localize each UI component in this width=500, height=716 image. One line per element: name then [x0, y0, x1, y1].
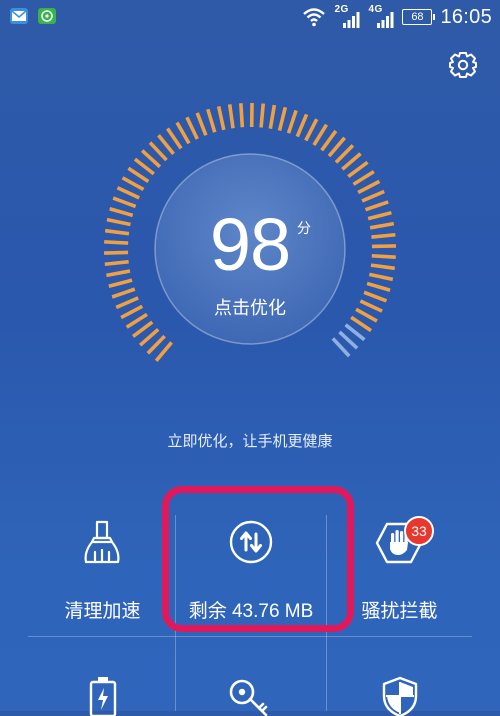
gauge-tick	[289, 110, 297, 133]
signal-2g: 2G	[334, 6, 360, 28]
broom-icon	[80, 518, 124, 566]
score-gauge	[93, 100, 407, 414]
gauge-tick	[107, 220, 131, 225]
gauge-tick	[340, 332, 358, 348]
gauge-tick	[140, 329, 158, 345]
email-icon	[10, 8, 28, 24]
gauge-tick	[329, 138, 345, 156]
settings-button[interactable]	[446, 48, 480, 82]
gauge-tick	[150, 143, 166, 161]
gauge-tick	[142, 151, 160, 167]
status-icons: 2G 4G 68 16:05	[302, 4, 492, 30]
wifi-icon	[302, 7, 326, 27]
clock: 16:05	[440, 6, 492, 29]
gauge-tick	[117, 188, 139, 198]
gauge-tick	[230, 104, 233, 128]
gauge-tick	[280, 107, 286, 130]
gauge-tick	[208, 109, 215, 132]
gauge-tick	[113, 198, 135, 206]
gauge-tick	[123, 178, 144, 190]
gauge-tick	[297, 114, 306, 136]
gauge-tick	[360, 301, 382, 311]
gauge-tick	[353, 172, 373, 185]
gauge-tick	[370, 224, 394, 228]
gauge-tick	[116, 298, 138, 308]
gauge-tick	[371, 265, 395, 268]
gauge-tick	[148, 336, 165, 353]
gauge-tick	[105, 231, 129, 234]
gear-icon	[446, 48, 480, 82]
grid-divider	[28, 636, 472, 637]
battery-icon[interactable]	[88, 676, 118, 716]
gauge-tick	[104, 252, 128, 253]
chat-app-icon	[38, 8, 56, 24]
gauge-tick	[110, 209, 133, 216]
gauge-tick	[336, 145, 353, 162]
shield-icon[interactable]	[380, 676, 420, 716]
gauge-tick	[362, 191, 384, 200]
gauge-tick	[187, 117, 197, 139]
gauge-tick	[270, 105, 274, 129]
gauge-tick	[371, 235, 395, 237]
optimize-button[interactable]: 点击优化	[150, 294, 350, 320]
clean-speedup-label: 清理加速	[30, 596, 175, 623]
gauge-tick	[314, 125, 327, 145]
notification-icons	[10, 8, 56, 24]
gauge-tick	[104, 242, 128, 243]
gauge-tick	[365, 202, 388, 210]
gauge-tick	[351, 317, 371, 330]
notification-count-badge: 33	[404, 516, 434, 546]
gauge-tick	[112, 289, 135, 297]
gauge-tick	[159, 135, 174, 154]
gauge-tick	[121, 306, 142, 317]
battery-level: 68	[411, 11, 423, 23]
signal-4g: 4G	[368, 6, 394, 28]
gauge-tick	[219, 106, 224, 129]
gauge-tick	[322, 131, 336, 150]
signal-bars-icon	[376, 12, 394, 28]
gauge-tick	[369, 274, 392, 279]
gauge-tick	[364, 292, 386, 301]
gauge-tick	[105, 262, 129, 265]
gauge-tick	[358, 181, 379, 192]
gauge-tick	[356, 309, 377, 321]
key-icon[interactable]	[228, 676, 272, 716]
gauge-tick	[135, 159, 154, 174]
gauge-tick	[177, 123, 189, 144]
gauge-tick	[109, 280, 132, 286]
gauge-tick	[127, 314, 147, 327]
clean-speedup-tile[interactable]: 清理加速	[30, 518, 175, 628]
gauge-tick	[342, 154, 360, 170]
signal-bars-icon	[342, 12, 360, 28]
gauge-tick	[106, 271, 130, 275]
gauge-tick	[333, 339, 349, 357]
gauge-tick	[372, 256, 396, 257]
gauge-tick	[197, 113, 206, 135]
gauge-tick	[372, 246, 396, 247]
gauge-tick	[368, 213, 391, 219]
gauge-tick	[306, 119, 317, 140]
gauge-tick	[261, 104, 263, 128]
gauge-tick	[168, 129, 182, 149]
tagline: 立即优化，让手机更健康	[0, 430, 500, 451]
gauge-tick	[241, 103, 243, 127]
gauge-tick	[346, 325, 365, 340]
battery-indicator: 68	[402, 9, 432, 25]
gauge-tick	[128, 168, 148, 181]
gauge-tick	[367, 283, 390, 290]
status-bar: 2G 4G 68 16:05	[0, 0, 500, 34]
gauge-tick	[133, 322, 152, 336]
highlight-frame	[162, 486, 354, 632]
gauge-tick	[348, 162, 367, 176]
gauge-tick	[156, 342, 171, 360]
